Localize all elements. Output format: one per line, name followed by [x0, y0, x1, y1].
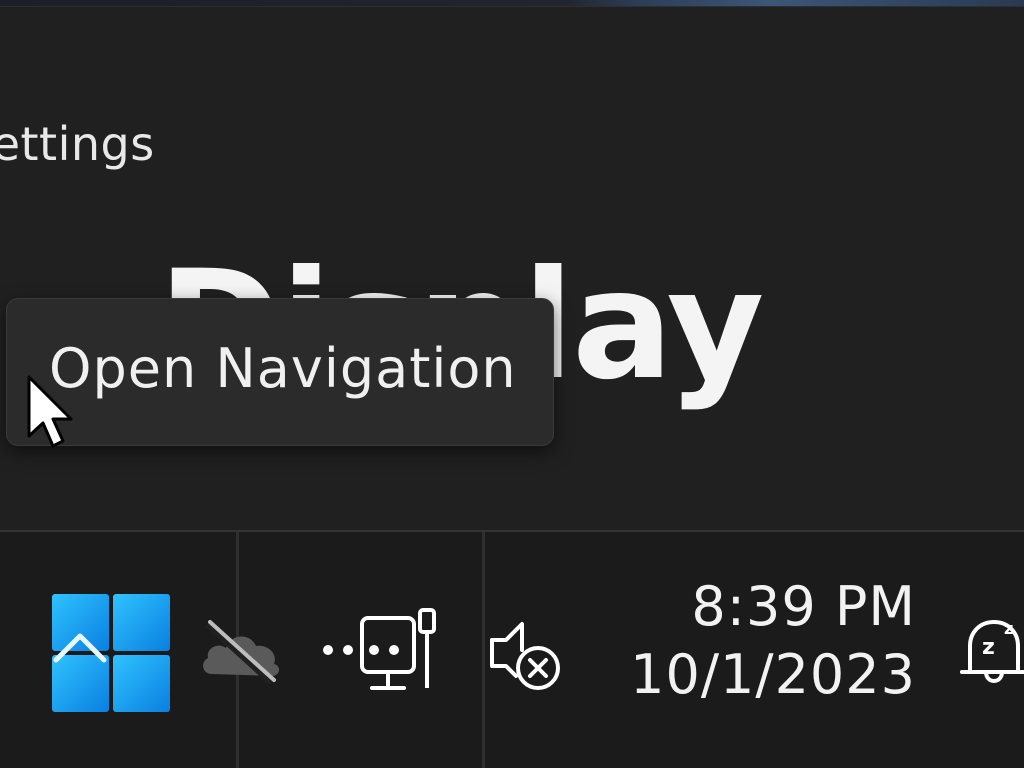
notifications-do-not-disturb-icon[interactable]: z z	[958, 610, 1024, 692]
tooltip-text: Open Navigation	[49, 337, 517, 400]
svg-text:z: z	[1004, 619, 1013, 638]
volume-muted-icon[interactable]	[488, 616, 568, 696]
onedrive-offline-icon[interactable]	[198, 618, 284, 688]
screen: Settings Display Open Navigation	[0, 0, 1024, 768]
clock-time: 8:39 PM	[691, 575, 916, 638]
start-icon[interactable]	[52, 594, 170, 712]
clock-date: 10/1/2023	[630, 643, 916, 706]
tooltip: Open Navigation	[6, 298, 554, 446]
settings-window: Settings Display	[0, 6, 1024, 531]
taskbar: 8:39 PM 10/1/2023 z z	[0, 530, 1024, 768]
mouse-pointer-icon	[27, 375, 73, 448]
taskbar-divider	[482, 532, 485, 768]
svg-text:z: z	[982, 635, 995, 660]
taskbar-clock[interactable]: 8:39 PM 10/1/2023	[630, 576, 916, 712]
app-title: Settings	[0, 117, 155, 171]
network-ethernet-icon[interactable]	[318, 608, 444, 698]
